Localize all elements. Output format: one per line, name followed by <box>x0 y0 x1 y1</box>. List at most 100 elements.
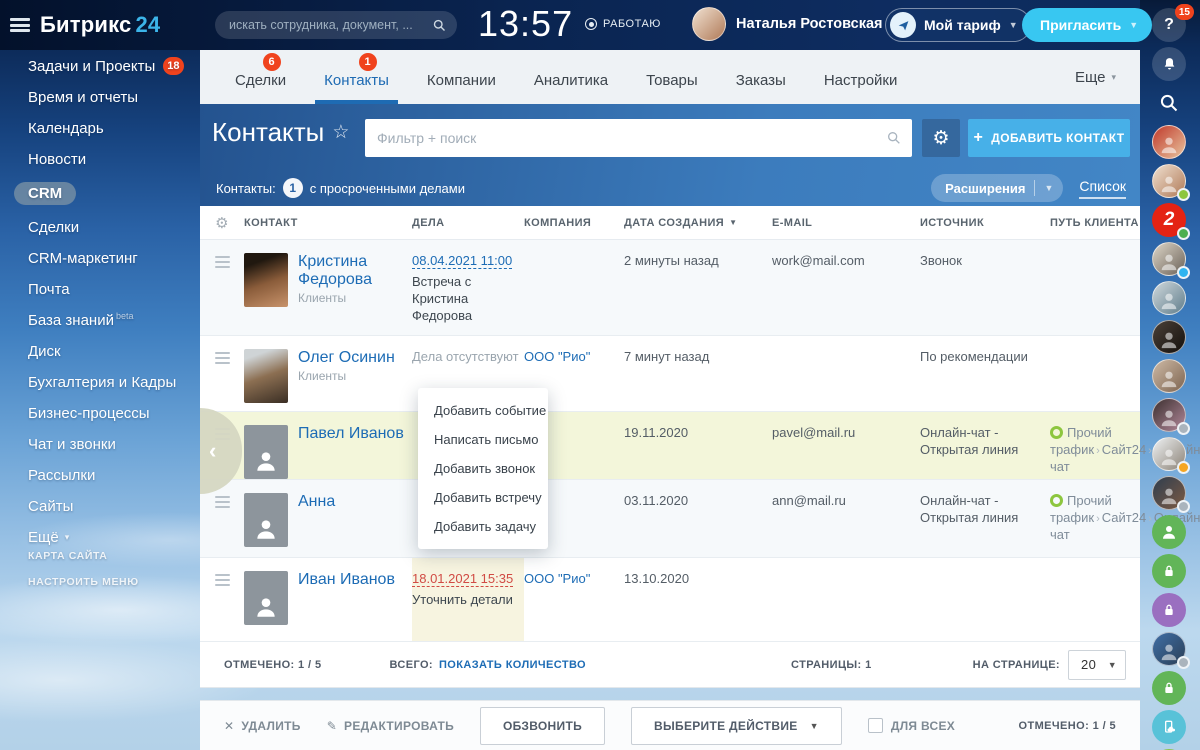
help-icon[interactable]: ?15 <box>1152 8 1188 44</box>
row-drag-handle[interactable] <box>200 558 244 641</box>
delete-button[interactable]: ✕УДАЛИТЬ <box>224 719 301 733</box>
rail-avatar[interactable] <box>1152 359 1188 395</box>
tab-настройки[interactable]: Настройки <box>805 50 917 104</box>
sidebar-item-почта[interactable]: Почта <box>0 274 200 305</box>
extensions-button[interactable]: Расширения ▼ <box>931 174 1063 202</box>
menu-burger-icon[interactable] <box>10 18 30 32</box>
settings-gear-button[interactable]: ⚙ <box>922 119 960 157</box>
menu-item[interactable]: Добавить событие <box>418 396 548 425</box>
bell-icon[interactable] <box>1152 47 1188 83</box>
favorite-star-icon[interactable]: ☆ <box>332 121 349 144</box>
filter-input[interactable] <box>365 130 886 146</box>
rail-avatar[interactable] <box>1152 320 1188 356</box>
sidebar-item-база-знаний[interactable]: База знанийbeta <box>0 305 200 336</box>
sidebar-item-время-и-отчеты[interactable]: Время и отчеты <box>0 82 200 113</box>
sidebar-item-ещ-[interactable]: Ещё▾ <box>0 522 200 553</box>
global-search[interactable] <box>215 11 457 39</box>
per-page-select[interactable]: 20 ▼ <box>1068 650 1126 680</box>
filter-search[interactable] <box>365 119 912 157</box>
invite-button[interactable]: Пригласить ▼ <box>1022 8 1152 42</box>
tab-заказы[interactable]: Заказы <box>717 50 805 104</box>
sidebar-item-чат-и-звонки[interactable]: Чат и звонки <box>0 429 200 460</box>
activity-link[interactable]: 08.04.2021 11:00 <box>412 253 524 270</box>
user-icon[interactable] <box>1152 515 1188 551</box>
sidebar-item-бухгалтерия-и-кадры[interactable]: Бухгалтерия и Кадры <box>0 367 200 398</box>
tab-контакты[interactable]: Контакты1 <box>305 50 408 104</box>
sidebar-footer-link[interactable]: НАСТРОИТЬ МЕНЮ <box>28 576 139 588</box>
menu-item[interactable]: Написать письмо <box>418 425 548 454</box>
rail-avatar[interactable] <box>1152 476 1188 512</box>
work-clock[interactable]: 13:57 <box>478 3 573 45</box>
edit-button[interactable]: ✎РЕДАКТИРОВАТЬ <box>327 719 454 733</box>
activity-link[interactable]: 18.01.2021 15:35 <box>412 571 524 588</box>
call-button[interactable]: ОБЗВОНИТЬ <box>480 707 605 745</box>
rail-avatar[interactable] <box>1152 281 1188 317</box>
messenger-icon[interactable]: 2 <box>1152 203 1188 239</box>
tab-сделки[interactable]: Сделки6 <box>216 50 305 104</box>
company-link[interactable]: ООО "Рио" <box>524 571 590 586</box>
device-icon[interactable] <box>1152 710 1188 746</box>
sidebar-item-сайты[interactable]: Сайты <box>0 491 200 522</box>
menu-item[interactable]: Добавить встречу <box>418 483 548 512</box>
menu-item[interactable]: Добавить звонок <box>418 454 548 483</box>
rail-avatar[interactable] <box>1152 125 1188 161</box>
tab-аналитика[interactable]: Аналитика <box>515 50 627 104</box>
columns-gear-icon[interactable]: ⚙ <box>200 214 244 232</box>
tariff-button[interactable]: Мой тариф ▼ <box>885 8 1031 42</box>
contact-name-link[interactable]: Павел Иванов <box>298 425 404 443</box>
rail-avatar[interactable] <box>1152 398 1188 434</box>
add-contact-button[interactable]: + ДОБАВИТЬ КОНТАКТ <box>968 119 1130 157</box>
row-drag-handle[interactable] <box>200 240 244 335</box>
column-header[interactable]: ПУТЬ КЛИЕНТА <box>1050 217 1140 229</box>
column-header[interactable]: E-MAIL <box>772 217 920 229</box>
table-row: Олег ОсининКлиентыДела отсутствуютООО "Р… <box>200 336 1140 412</box>
contact-name-link[interactable]: Кристина Федорова <box>298 253 412 289</box>
contact-name-link[interactable]: Олег Осинин <box>298 349 395 367</box>
column-header[interactable]: ДЕЛА <box>412 217 524 229</box>
overdue-counter[interactable]: Контакты: 1 с просроченными делами <box>216 178 465 198</box>
tab-more[interactable]: Еще▾ <box>1051 50 1140 104</box>
rail-avatar[interactable] <box>1152 242 1188 278</box>
sidebar-item-новости[interactable]: Новости <box>0 144 200 175</box>
select-action-dropdown[interactable]: ВЫБЕРИТЕ ДЕЙСТВИЕ▼ <box>631 707 842 745</box>
sidebar-footer-link[interactable]: КАРТА САЙТА <box>28 550 139 562</box>
stage-icon <box>1050 426 1063 439</box>
rail-avatar[interactable] <box>1152 632 1188 668</box>
global-search-input[interactable] <box>229 18 432 32</box>
sidebar-item-диск[interactable]: Диск <box>0 336 200 367</box>
sidebar-item-рассылки[interactable]: Рассылки <box>0 460 200 491</box>
column-header[interactable]: КОНТАКТ <box>244 217 412 229</box>
tab-товары[interactable]: Товары <box>627 50 717 104</box>
company-link[interactable]: ООО "Рио" <box>524 349 590 364</box>
sidebar-item-календарь[interactable]: Календарь <box>0 113 200 144</box>
column-header[interactable]: ИСТОЧНИК <box>920 217 1050 229</box>
sidebar-item-сделки[interactable]: Сделки <box>0 212 200 243</box>
column-header[interactable]: ДАТА СОЗДАНИЯ▼ <box>624 217 772 229</box>
for-all-checkbox[interactable] <box>868 718 883 733</box>
app-logo[interactable]: Битрикс24 <box>40 12 160 38</box>
work-status[interactable]: РАБОТАЮ <box>585 18 661 30</box>
search-icon[interactable] <box>1152 86 1188 122</box>
contact-type: Клиенты <box>298 291 412 305</box>
rail-avatar[interactable] <box>1152 164 1188 200</box>
source-cell: Звонок <box>920 240 1050 335</box>
sidebar-item-crm-маркетинг[interactable]: CRM-маркетинг <box>0 243 200 274</box>
show-count-link[interactable]: ПОКАЗАТЬ КОЛИЧЕСТВО <box>439 659 586 671</box>
row-drag-handle[interactable] <box>200 336 244 411</box>
lock-icon[interactable] <box>1152 593 1188 629</box>
sidebar-item-бизнес-процессы[interactable]: Бизнес-процессы <box>0 398 200 429</box>
tab-компании[interactable]: Компании <box>408 50 515 104</box>
lock-icon[interactable] <box>1152 554 1188 590</box>
menu-item[interactable]: Добавить задачу <box>418 512 548 541</box>
user-menu[interactable]: Наталья Ростовская ▼ <box>692 7 901 41</box>
lock-icon[interactable] <box>1152 671 1188 707</box>
sidebar-item-crm[interactable]: CRM <box>0 175 200 212</box>
source-cell: Онлайн-чат - Открытая линия <box>920 412 1050 479</box>
contact-name-link[interactable]: Иван Иванов <box>298 571 395 589</box>
view-list-link[interactable]: Список <box>1079 178 1126 199</box>
contact-name-link[interactable]: Анна <box>298 493 335 511</box>
sidebar-item-задачи-и-проекты[interactable]: Задачи и Проекты18 <box>0 50 200 82</box>
rail-avatar[interactable] <box>1152 437 1188 473</box>
table-row: Анна03.11.2020ann@mail.ruОнлайн-чат - От… <box>200 480 1140 558</box>
column-header[interactable]: КОМПАНИЯ <box>524 217 624 229</box>
